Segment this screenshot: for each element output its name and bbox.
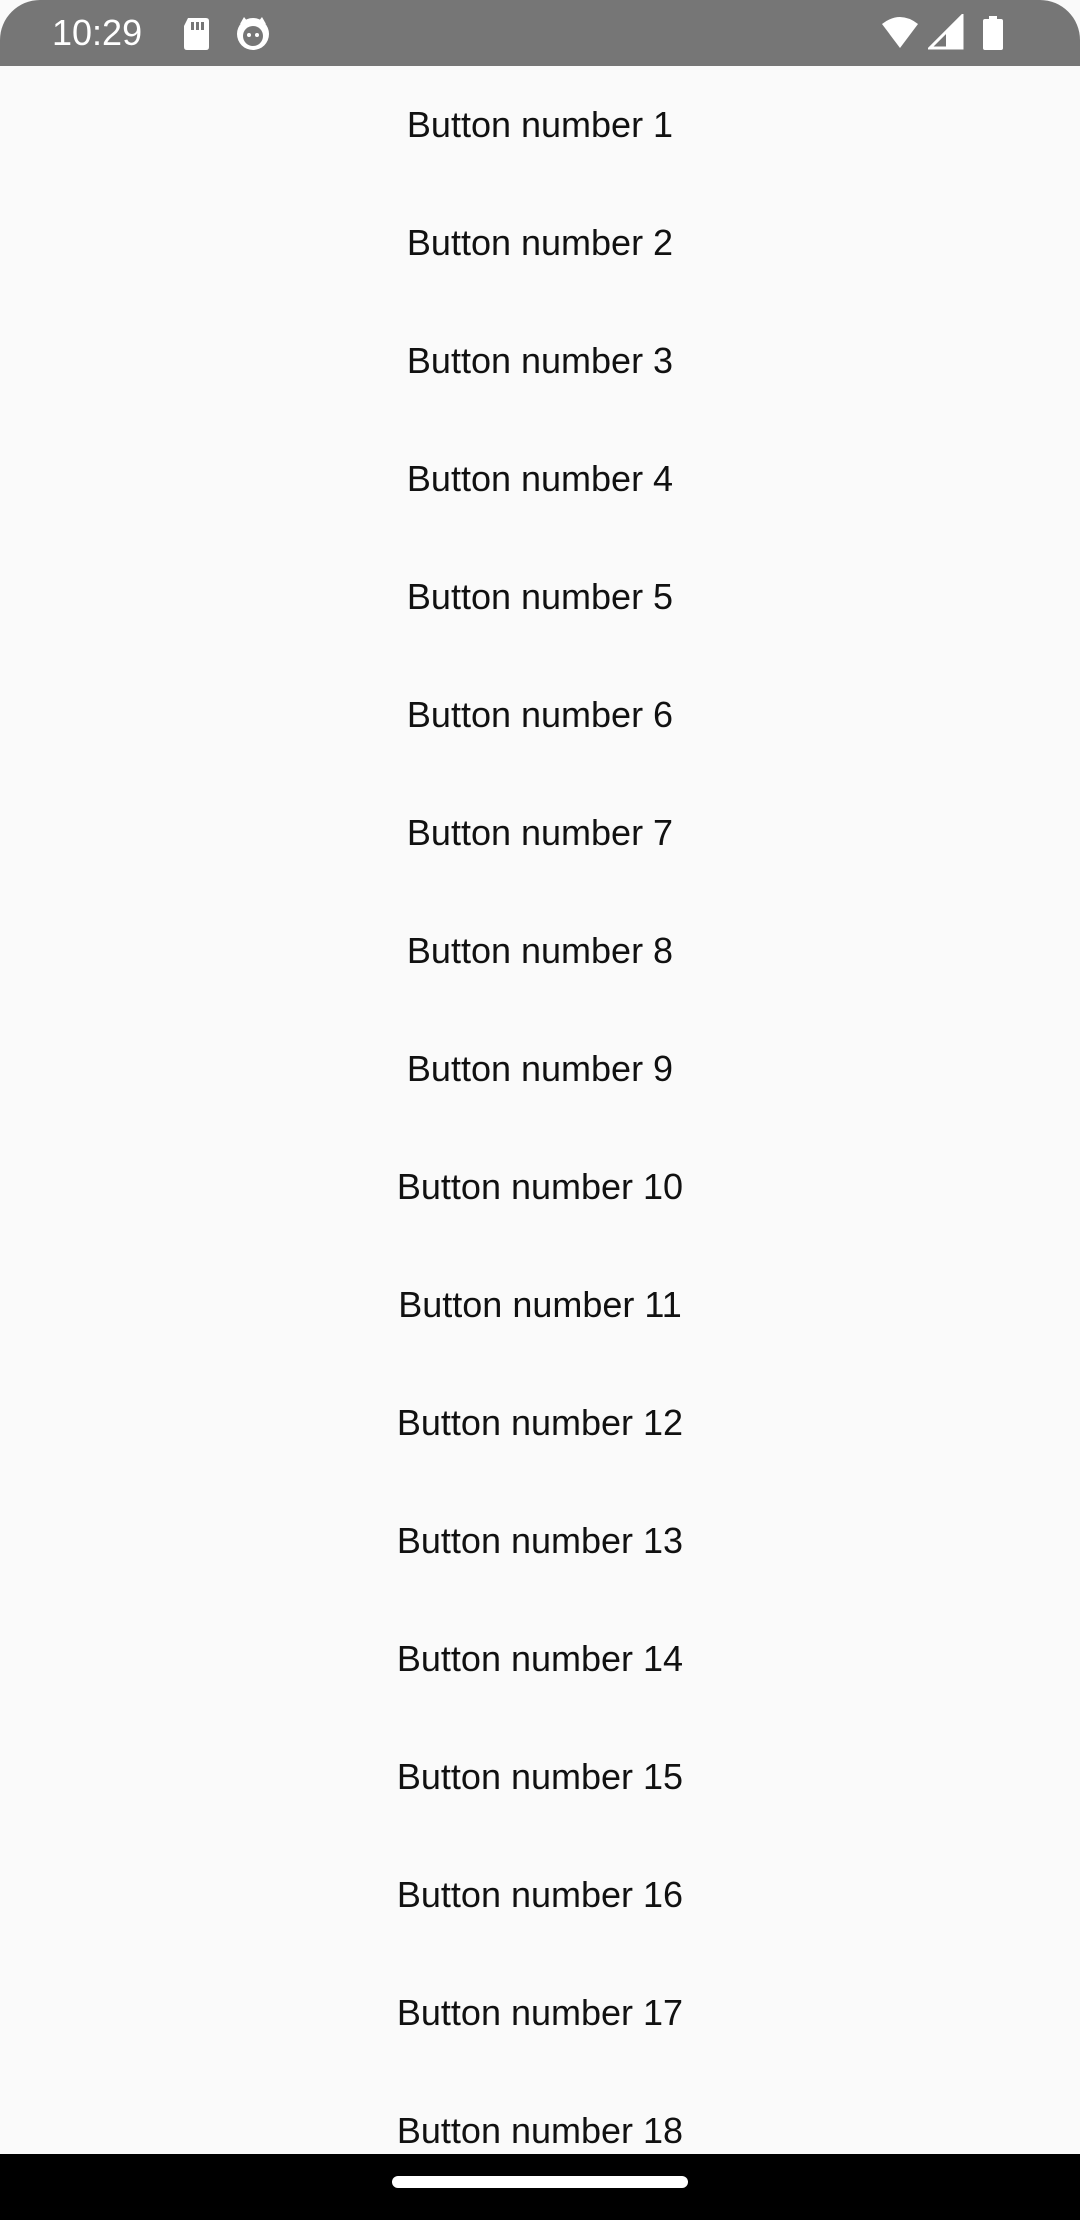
home-gesture-handle[interactable] (392, 2176, 688, 2188)
status-time: 10:29 (52, 12, 143, 53)
button-2[interactable]: Button number 2 (0, 184, 1080, 302)
button-17[interactable]: Button number 17 (0, 1954, 1080, 2072)
status-bar: 10:29 (0, 0, 1080, 66)
wifi-icon (880, 14, 918, 52)
battery-icon (980, 14, 1018, 52)
button-11[interactable]: Button number 11 (0, 1246, 1080, 1364)
sd-card-icon (178, 14, 216, 52)
button-4[interactable]: Button number 4 (0, 420, 1080, 538)
button-14[interactable]: Button number 14 (0, 1600, 1080, 1718)
button-5[interactable]: Button number 5 (0, 538, 1080, 656)
button-10[interactable]: Button number 10 (0, 1128, 1080, 1246)
button-6[interactable]: Button number 6 (0, 656, 1080, 774)
button-16[interactable]: Button number 16 (0, 1836, 1080, 1954)
navigation-bar (0, 2154, 1080, 2220)
cell-signal-icon (926, 12, 966, 52)
cat-face-icon (234, 14, 272, 52)
button-13[interactable]: Button number 13 (0, 1482, 1080, 1600)
button-3[interactable]: Button number 3 (0, 302, 1080, 420)
button-list: Button number 1 Button number 2 Button n… (0, 66, 1080, 2154)
button-1[interactable]: Button number 1 (0, 66, 1080, 184)
button-12[interactable]: Button number 12 (0, 1364, 1080, 1482)
button-7[interactable]: Button number 7 (0, 774, 1080, 892)
button-8[interactable]: Button number 8 (0, 892, 1080, 1010)
button-15[interactable]: Button number 15 (0, 1718, 1080, 1836)
button-9[interactable]: Button number 9 (0, 1010, 1080, 1128)
button-18[interactable]: Button number 18 (0, 2072, 1080, 2154)
